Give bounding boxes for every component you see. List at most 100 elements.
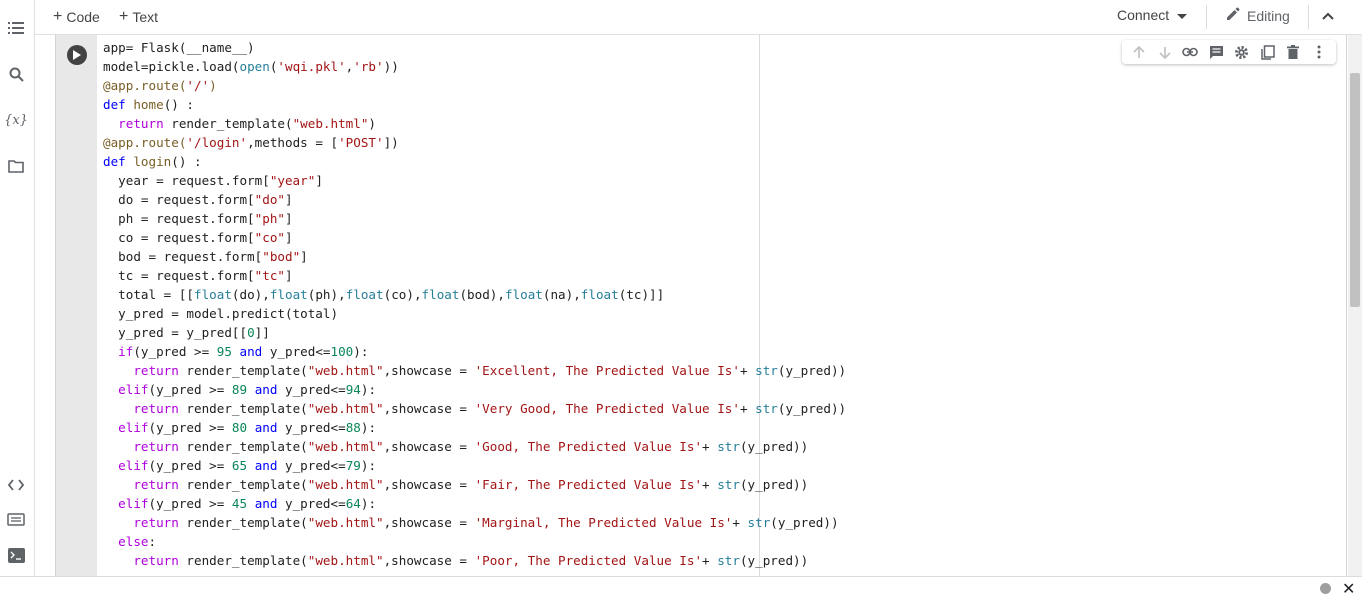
code-token: 'POST' bbox=[338, 135, 384, 150]
run-cell-button[interactable] bbox=[67, 45, 87, 65]
code-line: total = [[float(do),float(ph),float(co),… bbox=[103, 285, 846, 304]
code-token: 'Fair, The Predicted Value Is' bbox=[474, 477, 703, 492]
code-token: ] bbox=[285, 211, 293, 226]
code-token: def bbox=[103, 154, 126, 169]
code-token: ): bbox=[360, 496, 377, 511]
code-token: () : bbox=[171, 154, 202, 169]
code-line: def home() : bbox=[103, 95, 846, 114]
code-token: ph = request.form[ bbox=[103, 211, 255, 226]
code-token: login bbox=[133, 154, 172, 169]
comment-icon[interactable] bbox=[1207, 43, 1225, 61]
code-token: (co), bbox=[383, 287, 422, 302]
add-text-button[interactable]: + Text bbox=[119, 7, 158, 27]
code-line: def login() : bbox=[103, 152, 846, 171]
code-token: (ph), bbox=[307, 287, 346, 302]
code-token: "web.html" bbox=[307, 439, 384, 454]
dropdown-arrow-icon[interactable] bbox=[1177, 7, 1188, 23]
scrollbar-thumb[interactable] bbox=[1350, 73, 1360, 307]
code-token: y_pred<= bbox=[277, 382, 346, 397]
code-token: float bbox=[421, 287, 460, 302]
close-icon[interactable]: ✕ bbox=[1342, 579, 1355, 599]
command-palette-icon[interactable] bbox=[5, 508, 27, 530]
code-line: return render_template("web.html",showca… bbox=[103, 475, 846, 494]
pencil-icon bbox=[1225, 6, 1241, 25]
code-token: "web.html" bbox=[307, 515, 384, 530]
code-token: (y_pred)) bbox=[777, 363, 847, 378]
code-token: and bbox=[254, 458, 278, 473]
code-token: (y_pred >= bbox=[148, 382, 232, 397]
variables-icon[interactable]: {x} bbox=[4, 109, 28, 131]
code-token: 'wqi.pkl' bbox=[277, 59, 346, 74]
code-token: "year" bbox=[269, 173, 316, 188]
code-token: y_pred = y_pred[[ bbox=[103, 325, 248, 340]
plus-icon: + bbox=[119, 8, 129, 25]
plus-icon: + bbox=[53, 8, 63, 25]
terminal-icon[interactable] bbox=[5, 544, 27, 566]
code-line: y_pred = y_pred[[0]] bbox=[103, 323, 846, 342]
code-token: return bbox=[133, 401, 179, 416]
code-token: and bbox=[254, 496, 278, 511]
code-token: + bbox=[732, 515, 748, 530]
code-token: str bbox=[747, 515, 771, 530]
connect-label: Connect bbox=[1117, 7, 1170, 23]
code-token: 'Good, The Predicted Value Is' bbox=[474, 439, 703, 454]
play-icon bbox=[73, 50, 81, 60]
code-token: float bbox=[345, 287, 384, 302]
code-token: ): bbox=[360, 458, 377, 473]
add-text-label: Text bbox=[132, 9, 159, 25]
code-token: str bbox=[717, 477, 740, 492]
link-icon[interactable] bbox=[1181, 43, 1199, 61]
vertical-scrollbar[interactable] bbox=[1348, 35, 1362, 576]
code-token: render_template( bbox=[178, 515, 308, 530]
code-line: return render_template("web.html",showca… bbox=[103, 513, 846, 532]
code-editor[interactable]: app= Flask(__name__) model=pickle.load(op… bbox=[96, 35, 1346, 576]
code-token: elif bbox=[118, 496, 149, 511]
code-token: and bbox=[239, 344, 263, 359]
delete-icon[interactable] bbox=[1284, 43, 1302, 61]
code-token: co = request.form[ bbox=[103, 230, 255, 245]
code-token: y_pred<= bbox=[277, 458, 346, 473]
code-token: and bbox=[254, 382, 278, 397]
code-token: 0 bbox=[247, 325, 255, 340]
files-icon[interactable] bbox=[5, 155, 27, 177]
more-options-icon[interactable] bbox=[1310, 43, 1328, 61]
code-token: + bbox=[739, 401, 756, 416]
move-up-icon[interactable] bbox=[1130, 43, 1148, 61]
code-token: ,showcase = bbox=[383, 515, 475, 530]
editing-mode-button[interactable]: Editing bbox=[1225, 6, 1290, 25]
code-token: if bbox=[118, 344, 134, 359]
code-token: return bbox=[133, 439, 179, 454]
code-token: 64 bbox=[345, 496, 361, 511]
collapse-header-icon[interactable] bbox=[1321, 6, 1335, 31]
add-code-button[interactable]: + Code bbox=[53, 7, 100, 27]
code-token: "web.html" bbox=[307, 363, 384, 378]
runtime-status-icon[interactable] bbox=[1320, 583, 1331, 594]
connect-button[interactable]: Connect bbox=[1117, 7, 1188, 23]
mirror-cell-icon[interactable] bbox=[1259, 43, 1277, 61]
code-cell[interactable]: app= Flask(__name__) model=pickle.load(op… bbox=[55, 35, 1347, 577]
code-token: "web.html" bbox=[292, 116, 369, 131]
code-text[interactable]: app= Flask(__name__) model=pickle.load(op… bbox=[103, 38, 846, 570]
code-line: return render_template("web.html",showca… bbox=[103, 399, 846, 418]
settings-icon[interactable] bbox=[1233, 43, 1251, 61]
code-snippets-icon[interactable] bbox=[5, 474, 27, 496]
editing-label: Editing bbox=[1247, 7, 1290, 24]
move-down-icon[interactable] bbox=[1156, 43, 1174, 61]
table-of-contents-icon[interactable] bbox=[5, 17, 27, 39]
search-icon[interactable] bbox=[5, 63, 27, 85]
toolbar-divider bbox=[1206, 5, 1207, 29]
code-token: ] bbox=[315, 173, 323, 188]
code-token: 'Very Good, The Predicted Value Is' bbox=[474, 401, 740, 416]
code-token: ] bbox=[300, 249, 308, 264]
code-token: y_pred<= bbox=[277, 496, 346, 511]
